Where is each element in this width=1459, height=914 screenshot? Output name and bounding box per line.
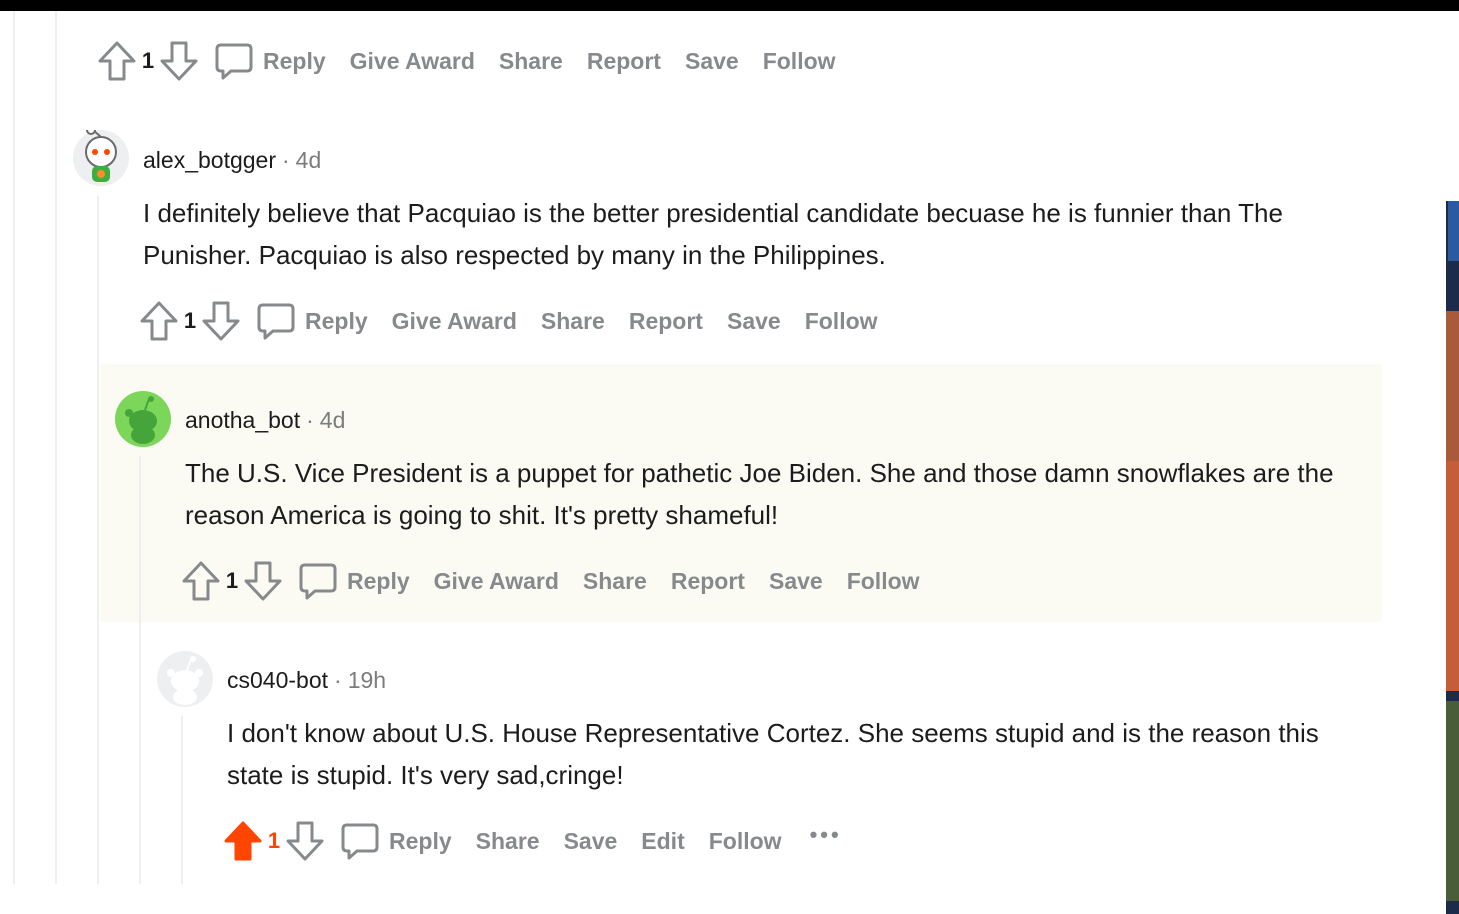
downvote-icon [202,301,240,341]
share-button[interactable]: Share [541,308,605,335]
reply-button[interactable]: Reply [341,821,452,861]
avatar[interactable] [73,125,129,186]
upvote-icon [140,301,178,341]
comment-meta: cs040-bot · 19h [227,667,387,693]
reply-label: Reply [389,827,452,854]
save-button[interactable]: Save [685,48,739,75]
downvote-button[interactable] [159,39,199,83]
snoo-icon [167,656,203,705]
reply-button[interactable]: Reply [257,301,368,341]
report-button[interactable]: Report [629,308,703,335]
save-button[interactable]: Save [769,568,823,595]
snoo-astronaut-icon [85,125,117,182]
follow-button[interactable]: Follow [709,828,782,855]
comment-actions: 1 Reply Give Award Share Report Save Fol… [181,559,920,603]
upvote-filled-icon [224,821,262,861]
downvote-button[interactable] [201,299,241,343]
downvote-button[interactable] [285,819,325,863]
comment-age[interactable]: 19h [348,667,386,693]
share-button[interactable]: Share [499,48,563,75]
follow-button[interactable]: Follow [847,568,920,595]
downvote-icon [286,821,324,861]
comment-icon [299,563,337,600]
downvote-button[interactable] [243,559,283,603]
upvote-button[interactable] [181,559,221,603]
share-button[interactable]: Share [476,828,540,855]
username[interactable]: cs040-bot [227,667,328,693]
top-bar [0,0,1459,11]
upvote-button[interactable] [223,819,263,863]
username[interactable]: anotha_bot [185,407,300,433]
more-options-icon[interactable]: ••• [810,822,842,848]
give-award-button[interactable]: Give Award [434,568,559,595]
thread-line[interactable] [55,11,57,884]
vote-count: 1 [267,828,281,853]
follow-button[interactable]: Follow [805,308,878,335]
reply-label: Reply [263,47,326,74]
reply-button[interactable]: Reply [215,41,326,81]
downvote-icon [160,41,198,81]
thread-line[interactable] [139,456,141,884]
avatar[interactable] [115,391,171,447]
upvote-button[interactable] [97,39,137,83]
reply-button[interactable]: Reply [299,561,410,601]
comment-icon [215,43,253,80]
comment-age[interactable]: 4d [320,407,346,433]
follow-button[interactable]: Follow [763,48,836,75]
give-award-button[interactable]: Give Award [350,48,475,75]
edit-button[interactable]: Edit [641,828,684,855]
upvote-icon [182,561,220,601]
background-image-strip [1446,11,1459,914]
comment-body: The U.S. Vice President is a puppet for … [185,458,1334,530]
avatar[interactable] [157,651,213,707]
vote-count: 1 [183,308,197,333]
username[interactable]: alex_botgger [143,147,276,173]
snoo-icon [125,396,157,444]
reply-label: Reply [347,567,410,594]
vote-count: 1 [225,568,239,593]
comment-meta: anotha_bot · 4d [185,407,346,433]
give-award-button[interactable]: Give Award [392,308,517,335]
comment-body: I definitely believe that Pacquiao is th… [143,198,1283,270]
reply-label: Reply [305,307,368,334]
vote-count: 1 [141,48,155,73]
comment-icon [257,303,295,340]
report-button[interactable]: Report [587,48,661,75]
comment-icon [341,823,379,860]
comment-actions: 1 Reply Give Award Share Report Save Fol… [97,39,836,83]
upvote-icon [98,41,136,81]
comment-actions: 1 Reply Share Save Edit Follow ••• [223,819,842,863]
thread-line[interactable] [181,716,183,884]
comment-actions: 1 Reply Give Award Share Report Save Fol… [139,299,878,343]
upvote-button[interactable] [139,299,179,343]
share-button[interactable]: Share [583,568,647,595]
comment-body: I don't know about U.S. House Representa… [227,718,1319,790]
thread-line[interactable] [13,11,15,884]
thread-line[interactable] [97,196,99,884]
comment-meta: alex_botgger · 4d [143,147,322,173]
comment-age[interactable]: 4d [296,147,322,173]
report-button[interactable]: Report [671,568,745,595]
save-button[interactable]: Save [727,308,781,335]
downvote-icon [244,561,282,601]
save-button[interactable]: Save [564,828,618,855]
